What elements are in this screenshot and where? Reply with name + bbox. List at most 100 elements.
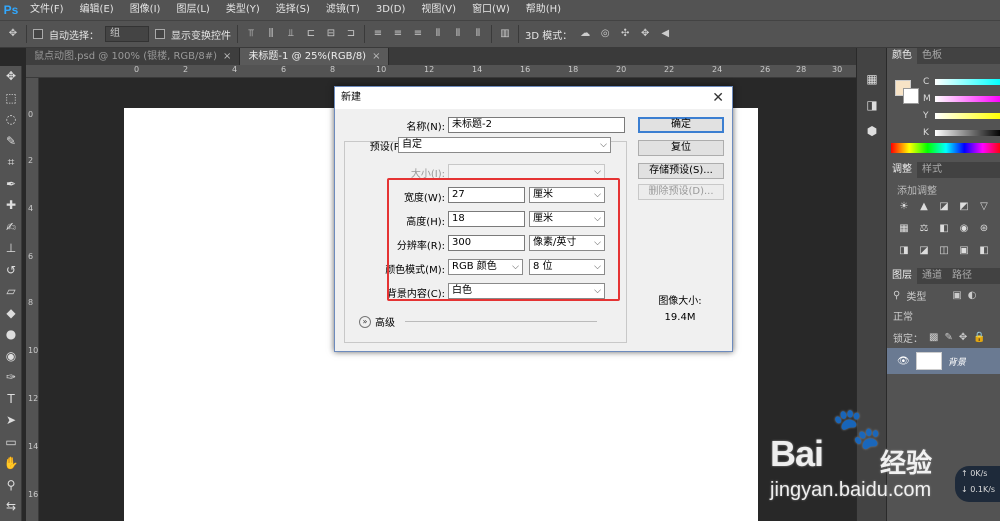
blur-tool-icon[interactable]: ●: [0, 324, 22, 346]
save-preset-button[interactable]: 存储预设(S)...: [638, 163, 724, 179]
slider-bar[interactable]: [935, 113, 1000, 119]
3d-slide-icon[interactable]: ✥: [638, 27, 652, 41]
close-icon[interactable]: ×: [223, 51, 231, 62]
3d-panel-icon[interactable]: ⬢: [857, 118, 887, 144]
invert-icon[interactable]: ◨: [897, 244, 911, 258]
filter-adjust-icon[interactable]: ◐: [968, 290, 977, 301]
menu-file[interactable]: 文件(F): [22, 0, 72, 20]
distribute-vcenter-icon[interactable]: ≡: [391, 27, 405, 41]
background-color-swatch[interactable]: [903, 88, 919, 104]
gradient-map-icon[interactable]: ◧: [977, 244, 991, 258]
vibrance-icon[interactable]: ▽: [977, 200, 991, 214]
filter-pixel-icon[interactable]: ▣: [952, 290, 961, 301]
posterize-icon[interactable]: ◪: [917, 244, 931, 258]
lock-position-icon[interactable]: ✥: [959, 332, 967, 343]
healing-brush-tool-icon[interactable]: ✚: [0, 195, 22, 217]
tab-paths[interactable]: 路径: [947, 268, 977, 284]
menu-image[interactable]: 图像(I): [122, 0, 169, 20]
menu-filter[interactable]: 滤镜(T): [318, 0, 368, 20]
color-slider-y[interactable]: Y: [923, 110, 1000, 122]
distribute-hcenter-icon[interactable]: ⦀: [451, 27, 465, 41]
close-icon[interactable]: ×: [372, 51, 380, 62]
photo-filter-icon[interactable]: ◉: [957, 222, 971, 236]
name-input[interactable]: 未标题-2: [448, 117, 625, 133]
align-right-icon[interactable]: ⊐: [344, 27, 358, 41]
distribute-left-icon[interactable]: ⦀: [431, 27, 445, 41]
distribute-right-icon[interactable]: ⦀: [471, 27, 485, 41]
auto-align-icon[interactable]: ▥: [498, 27, 512, 41]
slider-bar[interactable]: [935, 96, 1000, 102]
lock-pixels-icon[interactable]: ▩: [929, 332, 938, 343]
type-tool-icon[interactable]: T: [0, 389, 22, 411]
ok-button[interactable]: 确定: [638, 117, 724, 133]
slider-bar[interactable]: [935, 130, 1000, 136]
blend-mode-dropdown[interactable]: 正常: [893, 308, 913, 323]
swap-colors-icon[interactable]: ⇆: [0, 496, 22, 518]
visibility-eye-icon[interactable]: 👁: [897, 356, 910, 367]
move-tool-icon[interactable]: ✥: [6, 27, 20, 41]
auto-select-dropdown[interactable]: 组: [105, 26, 149, 42]
eraser-tool-icon[interactable]: ▱: [0, 281, 22, 303]
lock-all-icon[interactable]: 🔒: [973, 332, 985, 343]
levels-icon[interactable]: ▲: [917, 200, 931, 214]
distribute-top-icon[interactable]: ≡: [371, 27, 385, 41]
align-top-icon[interactable]: ⫪: [244, 27, 258, 41]
auto-select-checkbox[interactable]: [33, 29, 43, 39]
3d-orbit-icon[interactable]: ☁: [578, 27, 592, 41]
history-panel-icon[interactable]: ▦: [857, 66, 887, 92]
color-slider-m[interactable]: M: [923, 93, 1000, 105]
menu-window[interactable]: 窗口(W): [464, 0, 518, 20]
crop-tool-icon[interactable]: ⌗: [0, 152, 22, 174]
pen-tool-icon[interactable]: ✑: [0, 367, 22, 389]
menu-help[interactable]: 帮助(H): [518, 0, 569, 20]
slider-bar[interactable]: [935, 79, 1000, 85]
menu-edit[interactable]: 编辑(E): [72, 0, 122, 20]
tab-layers[interactable]: 图层: [887, 268, 917, 284]
lock-paint-icon[interactable]: ✎: [944, 332, 952, 343]
menu-type[interactable]: 类型(Y): [218, 0, 268, 20]
3d-roll-icon[interactable]: ◎: [598, 27, 612, 41]
close-icon[interactable]: ✕: [712, 90, 724, 106]
quick-select-tool-icon[interactable]: ✎: [0, 131, 22, 153]
distribute-bottom-icon[interactable]: ≡: [411, 27, 425, 41]
menu-select[interactable]: 选择(S): [268, 0, 318, 20]
hand-tool-icon[interactable]: ✋: [0, 453, 22, 475]
tab-swatches[interactable]: 色板: [917, 48, 947, 64]
reset-button[interactable]: 复位: [638, 140, 724, 156]
stamp-tool-icon[interactable]: ⊥: [0, 238, 22, 260]
align-hcenter-icon[interactable]: ⊟: [324, 27, 338, 41]
align-left-icon[interactable]: ⊏: [304, 27, 318, 41]
3d-pan-icon[interactable]: ✣: [618, 27, 632, 41]
tab-document-1[interactable]: 鼠点动图.psd @ 100% (银楼, RGB/8#) ×: [26, 48, 241, 65]
align-vcenter-icon[interactable]: ⫼: [264, 27, 278, 41]
show-transform-checkbox[interactable]: [155, 29, 165, 39]
history-brush-tool-icon[interactable]: ↺: [0, 260, 22, 282]
color-spectrum[interactable]: [891, 143, 1000, 153]
selective-color-icon[interactable]: ▣: [957, 244, 971, 258]
path-select-tool-icon[interactable]: ➤: [0, 410, 22, 432]
dodge-tool-icon[interactable]: ◉: [0, 346, 22, 368]
layer-filter-dropdown[interactable]: 类型: [906, 288, 926, 303]
curves-icon[interactable]: ◪: [937, 200, 951, 214]
menu-layer[interactable]: 图层(L): [168, 0, 217, 20]
advanced-toggle[interactable]: » 高级: [359, 314, 395, 329]
menu-view[interactable]: 视图(V): [413, 0, 464, 20]
tab-color[interactable]: 颜色: [887, 48, 917, 64]
color-balance-icon[interactable]: ⚖: [917, 222, 931, 236]
tab-adjustments[interactable]: 调整: [887, 162, 917, 178]
tab-channels[interactable]: 通道: [917, 268, 947, 284]
marquee-tool-icon[interactable]: ⬚: [0, 88, 22, 110]
preset-dropdown[interactable]: 自定 ⌵: [398, 137, 611, 153]
zoom-tool-icon[interactable]: ⚲: [0, 475, 22, 497]
actions-panel-icon[interactable]: ◨: [857, 92, 887, 118]
threshold-icon[interactable]: ◫: [937, 244, 951, 258]
align-bottom-icon[interactable]: ⫫: [284, 27, 298, 41]
tab-styles[interactable]: 样式: [917, 162, 947, 178]
layer-background[interactable]: 👁 背景: [887, 348, 1000, 374]
brush-tool-icon[interactable]: ✍: [0, 217, 22, 239]
color-slider-c[interactable]: C: [923, 76, 1000, 88]
channel-mixer-icon[interactable]: ⊛: [977, 222, 991, 236]
move-tool-icon[interactable]: ✥: [0, 66, 22, 88]
lasso-tool-icon[interactable]: ◌: [0, 109, 22, 131]
3d-scale-icon[interactable]: ◀: [658, 27, 672, 41]
